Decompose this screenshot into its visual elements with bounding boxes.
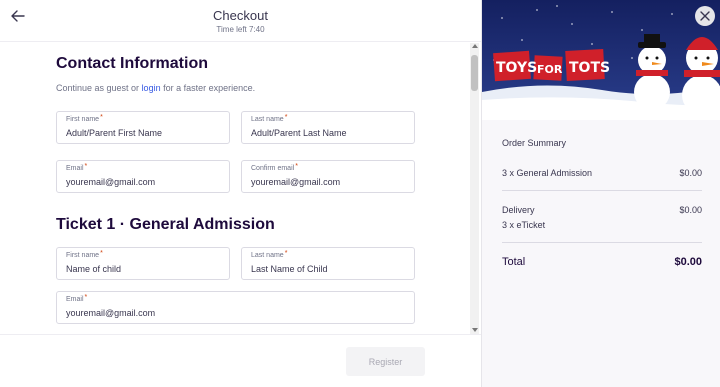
- contact-subtitle-prefix: Continue as guest or: [56, 83, 142, 93]
- scroll-down-arrow-icon[interactable]: [472, 328, 478, 332]
- snowman-illustration: [682, 37, 720, 115]
- summary-divider: [502, 190, 702, 191]
- field-label: Last name*: [251, 250, 288, 259]
- field-value: Name of child: [66, 264, 122, 274]
- field-label: First name*: [66, 114, 103, 123]
- checkout-footer: Register: [0, 334, 481, 387]
- field-label: Email*: [66, 294, 88, 303]
- login-link[interactable]: login: [142, 83, 161, 93]
- summary-row-label: 3 x General Admission: [502, 168, 593, 178]
- field-label: First name*: [66, 250, 103, 259]
- ticket-last-name-field[interactable]: Last name* Last Name of Child: [241, 247, 415, 280]
- summary-divider: [502, 242, 702, 243]
- total-label: Total: [502, 256, 526, 268]
- field-value: youremail@gmail.com: [251, 177, 341, 187]
- contact-section-title: Contact Information: [56, 55, 208, 72]
- checkout-form-pane: Checkout Time left 7:40 Contact Informat…: [0, 0, 481, 387]
- toys-for-tots-banner-image: TOYS FOR TOTS: [482, 0, 720, 120]
- contact-email-field[interactable]: Email* youremail@gmail.com: [56, 160, 230, 193]
- order-summary-title: Order Summary: [502, 138, 567, 148]
- contact-first-name-field[interactable]: First name* Adult/Parent First Name: [56, 111, 230, 144]
- ticket-section-title: Ticket 1 · General Admission: [56, 216, 275, 233]
- scroll-thumb[interactable]: [471, 55, 478, 91]
- svg-text:TOTS: TOTS: [569, 60, 610, 76]
- field-value: Adult/Parent First Name: [66, 128, 163, 138]
- field-label: Last name*: [251, 114, 288, 123]
- total-value: $0.00: [674, 256, 702, 268]
- summary-row-sublabel: 3 x eTicket: [502, 220, 546, 230]
- snowman-illustration: [634, 34, 670, 110]
- summary-row-label: Delivery: [502, 205, 535, 215]
- form-scrollbar[interactable]: [470, 43, 479, 334]
- field-label: Email*: [66, 163, 88, 172]
- svg-text:TOYS: TOYS: [496, 60, 537, 76]
- summary-row-value: $0.00: [679, 168, 702, 178]
- contact-confirm-email-field[interactable]: Confirm email* youremail@gmail.com: [241, 160, 415, 193]
- summary-row-value: $0.00: [679, 205, 702, 215]
- field-value: youremail@gmail.com: [66, 308, 156, 318]
- order-summary-pane: TOYS FOR TOTS Order Summary 3 x General …: [481, 0, 720, 387]
- register-button[interactable]: Register: [346, 347, 425, 376]
- field-value: youremail@gmail.com: [66, 177, 156, 187]
- scroll-up-arrow-icon[interactable]: [472, 44, 478, 48]
- field-label: Confirm email*: [251, 163, 298, 172]
- time-left: Time left 7:40: [216, 25, 265, 34]
- ticket-email-field[interactable]: Email* youremail@gmail.com: [56, 291, 415, 324]
- contact-subtitle-suffix: for a faster experience.: [160, 83, 256, 93]
- ticket-first-name-field[interactable]: First name* Name of child: [56, 247, 230, 280]
- page-title: Checkout: [213, 8, 268, 23]
- field-value: Adult/Parent Last Name: [251, 128, 347, 138]
- event-banner: TOYS FOR TOTS: [482, 0, 720, 120]
- contact-subtitle: Continue as guest or login for a faster …: [56, 83, 255, 93]
- checkout-header: Checkout Time left 7:40: [0, 0, 481, 42]
- field-value: Last Name of Child: [251, 264, 328, 274]
- contact-last-name-field[interactable]: Last name* Adult/Parent Last Name: [241, 111, 415, 144]
- form-scroll-area[interactable]: Contact Information Continue as guest or…: [0, 43, 481, 334]
- close-icon: [700, 11, 710, 21]
- close-button[interactable]: [695, 6, 715, 26]
- svg-text:FOR: FOR: [537, 63, 563, 76]
